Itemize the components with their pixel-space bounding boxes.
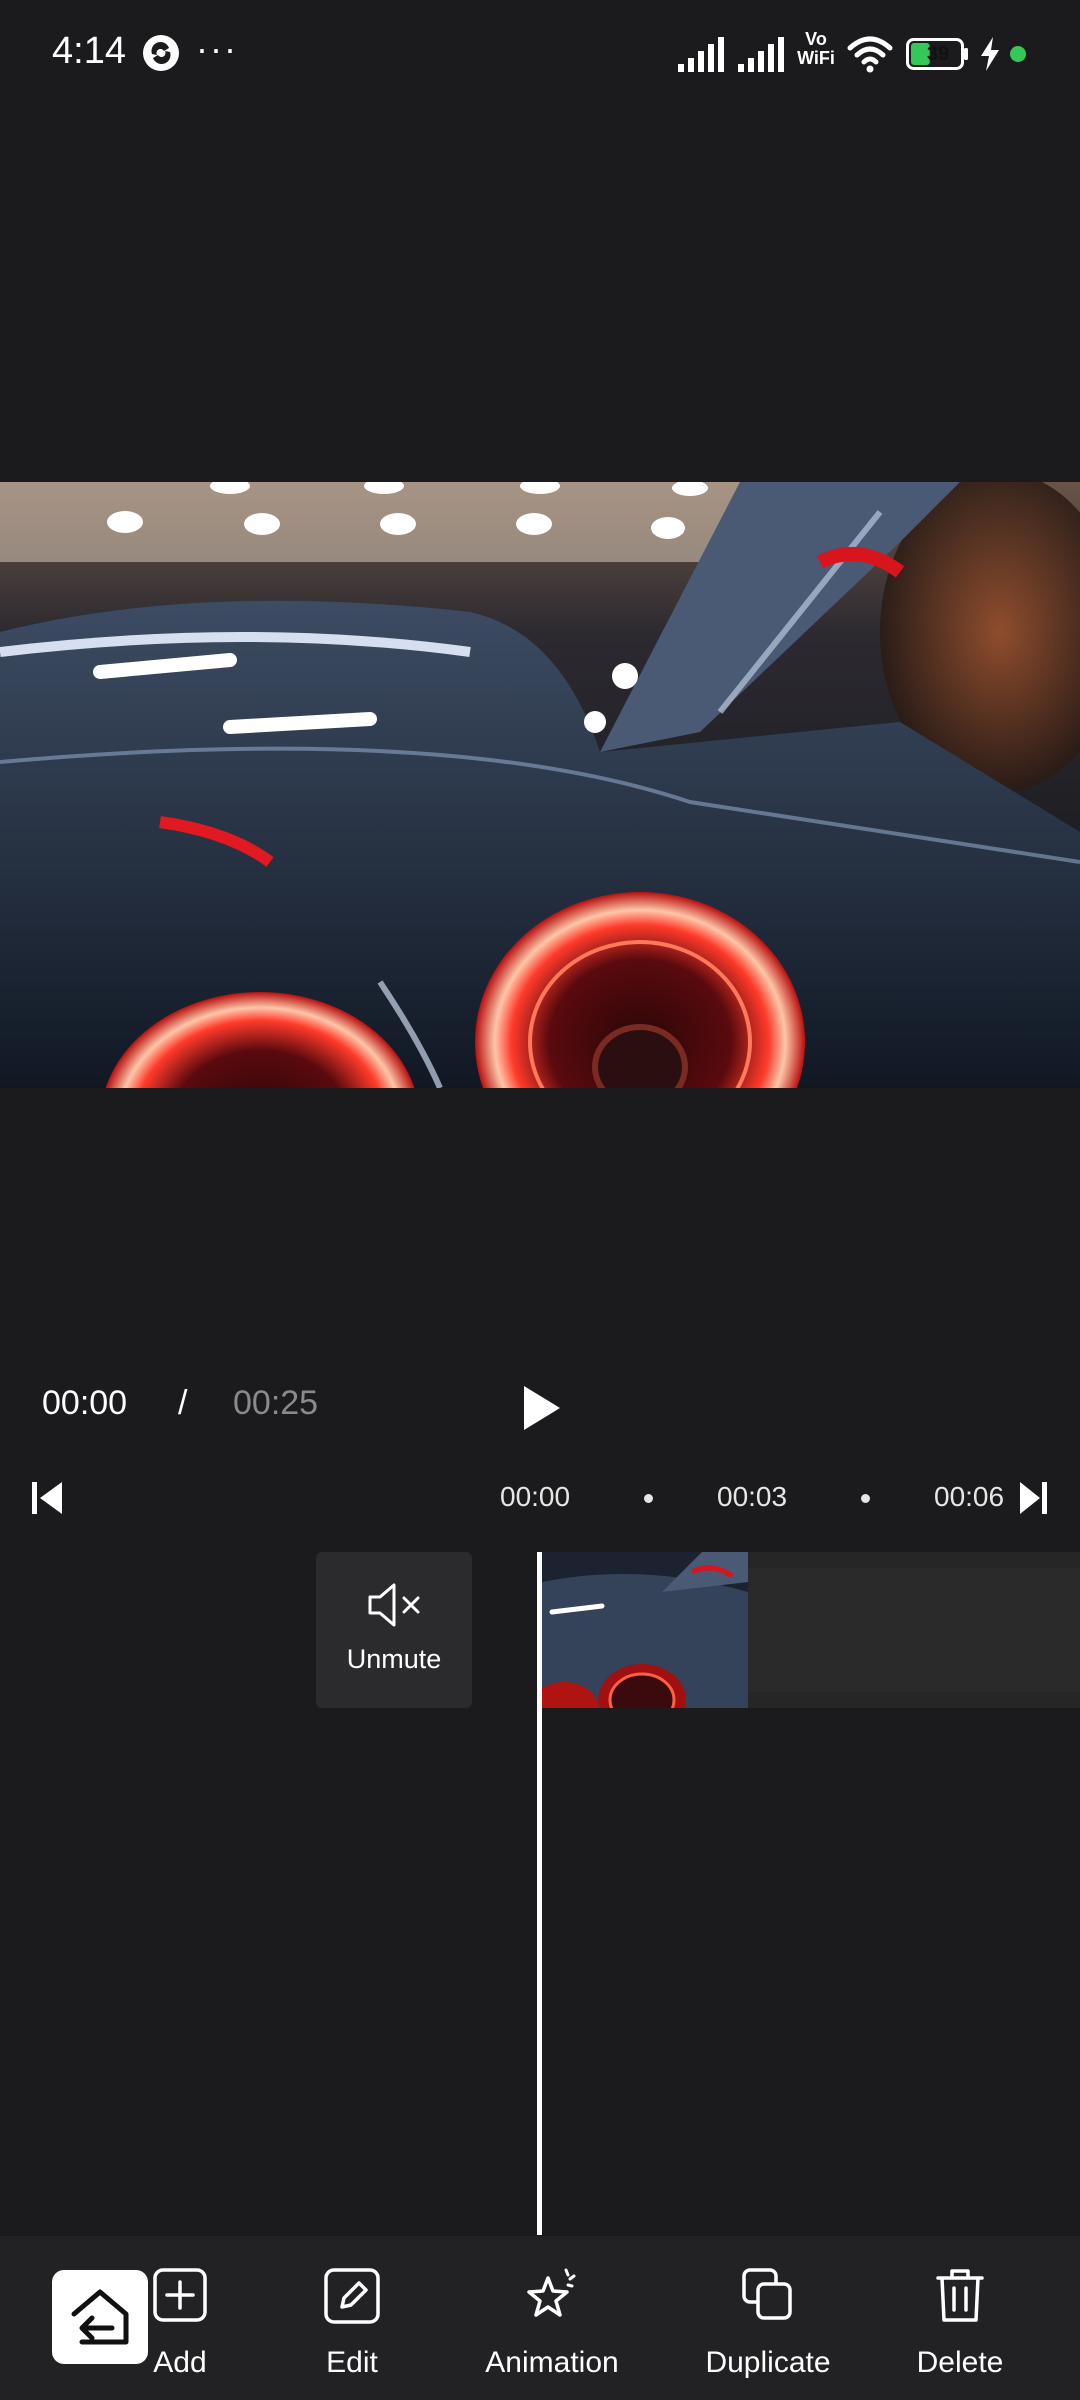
time-separator: / xyxy=(178,1384,188,1422)
app-notification-icon xyxy=(143,35,179,71)
unmute-label: Unmute xyxy=(346,1644,442,1674)
unmute-button[interactable]: Unmute xyxy=(316,1552,472,1708)
signal-strength-icon xyxy=(738,37,784,72)
duplicate-button[interactable]: Duplicate xyxy=(684,2236,852,2400)
animation-button[interactable]: Animation xyxy=(460,2236,644,2400)
clip-thumbnail xyxy=(542,1552,748,1708)
skip-to-start-icon[interactable] xyxy=(28,1476,68,1520)
ruler-tick-dot xyxy=(861,1494,870,1503)
play-icon[interactable] xyxy=(510,1378,570,1438)
edit-pencil-icon xyxy=(324,2268,380,2324)
ruler-tick-label: 00:06 xyxy=(934,1481,1005,1512)
animation-label: Animation xyxy=(485,2346,619,2379)
animation-star-icon xyxy=(527,2268,576,2317)
ruler-tick-label: 00:03 xyxy=(717,1481,788,1512)
back-button[interactable] xyxy=(52,2270,148,2364)
add-icon xyxy=(153,2268,207,2322)
battery-indicator: 39 xyxy=(906,38,970,70)
ruler-tick-dot xyxy=(644,1494,653,1503)
total-duration: 00:25 xyxy=(233,1384,319,1422)
signal-strength-icon xyxy=(678,37,724,72)
duplicate-icon xyxy=(742,2268,792,2320)
playhead[interactable] xyxy=(537,1552,542,2235)
video-clip-track[interactable] xyxy=(542,1552,1080,1708)
trash-icon xyxy=(936,2269,984,2322)
edit-label: Edit xyxy=(326,2346,378,2379)
speaker-muted-icon xyxy=(368,1583,420,1627)
charging-bolt-icon xyxy=(981,37,999,71)
back-arrow-icon xyxy=(71,2289,129,2345)
wifi-icon xyxy=(847,36,893,73)
skip-to-end-icon[interactable] xyxy=(1018,1476,1050,1520)
battery-percent: 39 xyxy=(926,43,950,65)
current-time: 00:00 xyxy=(42,1384,128,1422)
status-time: 4:14 xyxy=(52,30,126,72)
clip-thumbnail-strip xyxy=(748,1568,1080,1692)
video-frame-car-taillights xyxy=(0,482,1080,1088)
ruler-tick-label: 00:00 xyxy=(500,1481,571,1512)
delete-button[interactable]: Delete xyxy=(898,2236,1022,2400)
video-preview[interactable] xyxy=(0,482,1080,1088)
edit-button[interactable]: Edit xyxy=(292,2236,412,2400)
more-notifications-icon: ··· xyxy=(196,28,238,69)
privacy-indicator-dot xyxy=(1010,46,1026,62)
bottom-toolbar: Add Edit Animation Duplicate Delete xyxy=(0,2236,1080,2400)
duplicate-label: Duplicate xyxy=(705,2346,831,2379)
delete-label: Delete xyxy=(916,2346,1004,2379)
vowifi-indicator: Vo WiFi xyxy=(797,29,835,68)
